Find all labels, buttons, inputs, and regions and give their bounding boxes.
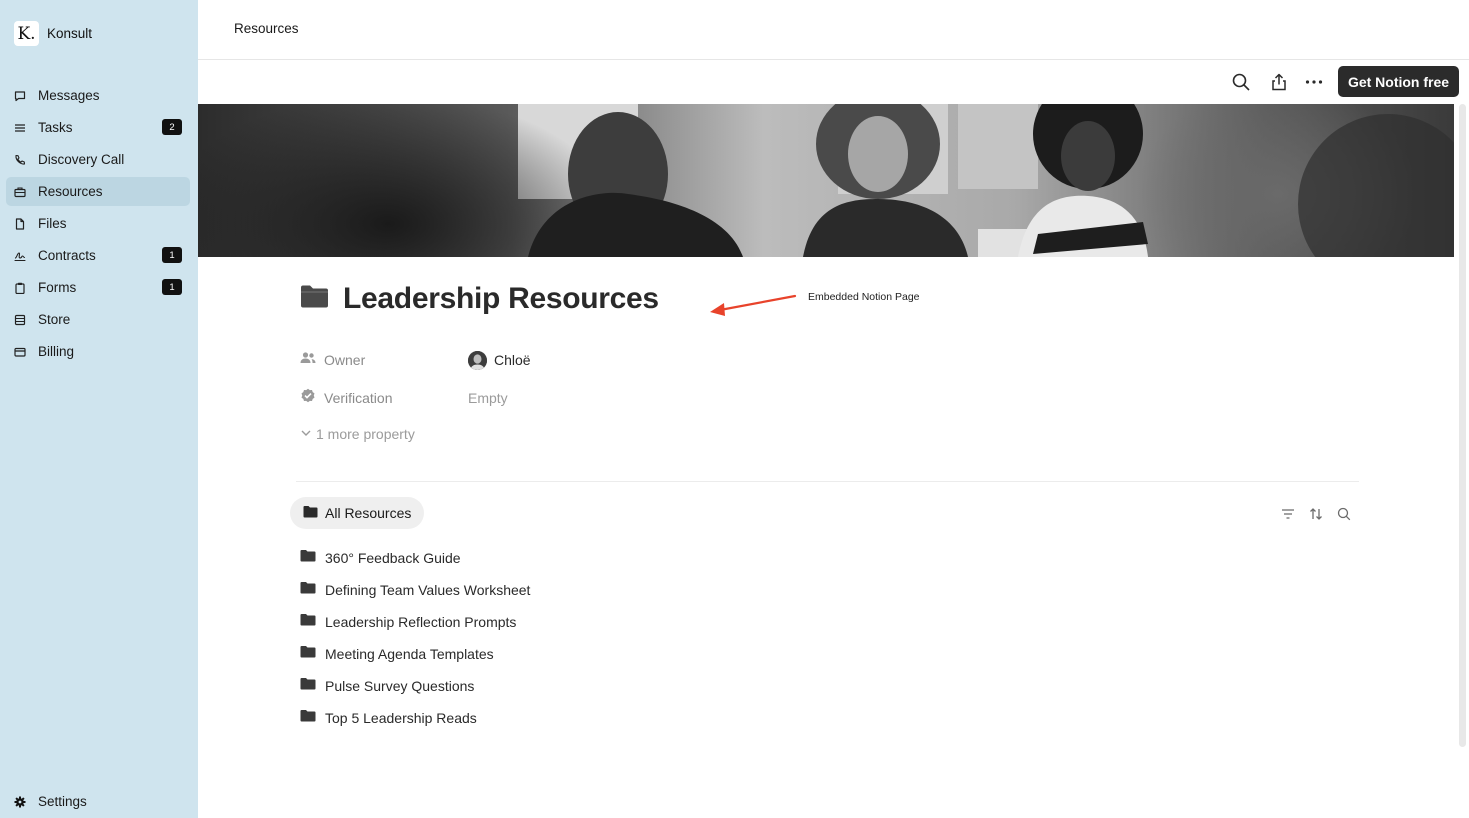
contracts-count-badge: 1 xyxy=(162,247,182,263)
folder-icon xyxy=(303,505,318,521)
credit-card-icon xyxy=(14,346,26,358)
gear-icon xyxy=(14,796,26,808)
sidebar-item-label: Messages xyxy=(38,88,100,103)
brand-logo: K. xyxy=(14,21,39,46)
verified-icon xyxy=(300,388,316,409)
chevron-down-icon xyxy=(300,426,312,442)
sidebar-item-billing[interactable]: Billing xyxy=(6,337,190,366)
sidebar-nav: Messages Tasks 2 Discovery Call Resource… xyxy=(6,81,190,369)
phone-icon xyxy=(14,154,26,166)
store-icon xyxy=(14,314,26,326)
sidebar-item-store[interactable]: Store xyxy=(6,305,190,334)
folder-icon xyxy=(300,677,316,695)
resource-list: 360° Feedback Guide Defining Team Values… xyxy=(300,542,530,734)
sidebar-item-files[interactable]: Files xyxy=(6,209,190,238)
list-item[interactable]: 360° Feedback Guide xyxy=(300,542,530,574)
list-item[interactable]: Top 5 Leadership Reads xyxy=(300,702,530,734)
property-verification[interactable]: Verification Empty xyxy=(300,387,508,409)
sidebar-item-label: Resources xyxy=(38,184,103,199)
sidebar-item-settings[interactable]: Settings xyxy=(14,794,87,809)
verification-value[interactable]: Empty xyxy=(468,390,508,406)
clipboard-icon xyxy=(14,282,26,294)
brand-name: Konsult xyxy=(47,26,93,41)
list-item-label: Leadership Reflection Prompts xyxy=(325,614,517,630)
sidebar-item-label: Discovery Call xyxy=(38,152,125,167)
list-item[interactable]: Pulse Survey Questions xyxy=(300,670,530,702)
list-icon xyxy=(14,122,26,134)
sort-icon[interactable] xyxy=(1308,506,1324,522)
sidebar-item-label: Store xyxy=(38,312,71,327)
folder-icon xyxy=(300,645,316,663)
briefcase-icon xyxy=(14,186,26,198)
page-title: Leadership Resources xyxy=(343,282,659,315)
cover-image xyxy=(198,104,1454,257)
sidebar-item-forms[interactable]: Forms 1 xyxy=(6,273,190,302)
more-property-label: 1 more property xyxy=(316,426,415,442)
top-bar: Resources xyxy=(198,0,1469,60)
folder-icon xyxy=(300,613,316,631)
signature-icon xyxy=(14,250,26,262)
list-item[interactable]: Defining Team Values Worksheet xyxy=(300,574,530,606)
tab-all-resources[interactable]: All Resources xyxy=(290,497,425,529)
sidebar-item-label: Files xyxy=(38,216,67,231)
sidebar-item-label: Forms xyxy=(38,280,77,295)
page-title-row: Leadership Resources xyxy=(300,282,659,316)
list-item-label: Pulse Survey Questions xyxy=(325,678,475,694)
tasks-count-badge: 2 xyxy=(162,119,182,135)
sidebar-item-label: Contracts xyxy=(38,248,96,263)
property-label: Owner xyxy=(324,352,366,368)
list-item-label: Meeting Agenda Templates xyxy=(325,646,494,662)
more-options-icon[interactable] xyxy=(1303,71,1325,93)
folder-icon xyxy=(300,284,329,314)
list-item-label: Top 5 Leadership Reads xyxy=(325,710,477,726)
filter-icon[interactable] xyxy=(1280,506,1296,522)
more-property-toggle[interactable]: 1 more property xyxy=(300,426,415,442)
annotation-arrow-icon xyxy=(710,294,797,316)
tab-label: All Resources xyxy=(325,505,412,521)
list-item-label: 360° Feedback Guide xyxy=(325,550,461,566)
list-item-label: Defining Team Values Worksheet xyxy=(325,582,531,598)
search-icon[interactable] xyxy=(1336,506,1352,522)
sidebar-item-contracts[interactable]: Contracts 1 xyxy=(6,241,190,270)
annotation-label: Embedded Notion Page xyxy=(808,291,920,303)
owner-value[interactable]: Chloë xyxy=(468,350,531,370)
settings-label: Settings xyxy=(38,794,87,809)
property-label: Verification xyxy=(324,390,393,406)
folder-icon xyxy=(300,709,316,727)
page-heading: Resources xyxy=(234,21,299,36)
forms-count-badge: 1 xyxy=(162,279,182,295)
owner-name: Chloë xyxy=(494,352,531,368)
folder-icon xyxy=(300,549,316,567)
sidebar-item-label: Billing xyxy=(38,344,75,359)
people-icon xyxy=(300,351,316,370)
sidebar-item-resources[interactable]: Resources xyxy=(6,177,190,206)
avatar xyxy=(468,350,487,370)
property-owner[interactable]: Owner Chloë xyxy=(300,349,531,371)
search-icon[interactable] xyxy=(1230,71,1252,93)
sidebar-item-messages[interactable]: Messages xyxy=(6,81,190,110)
share-icon[interactable] xyxy=(1268,71,1290,93)
sidebar: K. Konsult Messages Tasks 2 Discovery Ca… xyxy=(0,0,198,818)
message-icon xyxy=(14,90,26,102)
folder-icon xyxy=(300,581,316,599)
list-item[interactable]: Meeting Agenda Templates xyxy=(300,638,530,670)
divider xyxy=(296,481,1359,482)
sidebar-item-tasks[interactable]: Tasks 2 xyxy=(6,113,190,142)
brand[interactable]: K. Konsult xyxy=(14,21,92,46)
file-icon xyxy=(14,217,26,230)
sidebar-item-discovery-call[interactable]: Discovery Call xyxy=(6,145,190,174)
list-item[interactable]: Leadership Reflection Prompts xyxy=(300,606,530,638)
notion-toolbar: Get Notion free xyxy=(198,60,1469,104)
scrollbar[interactable] xyxy=(1459,104,1466,747)
get-notion-free-button[interactable]: Get Notion free xyxy=(1338,66,1459,97)
sidebar-item-label: Tasks xyxy=(38,120,73,135)
